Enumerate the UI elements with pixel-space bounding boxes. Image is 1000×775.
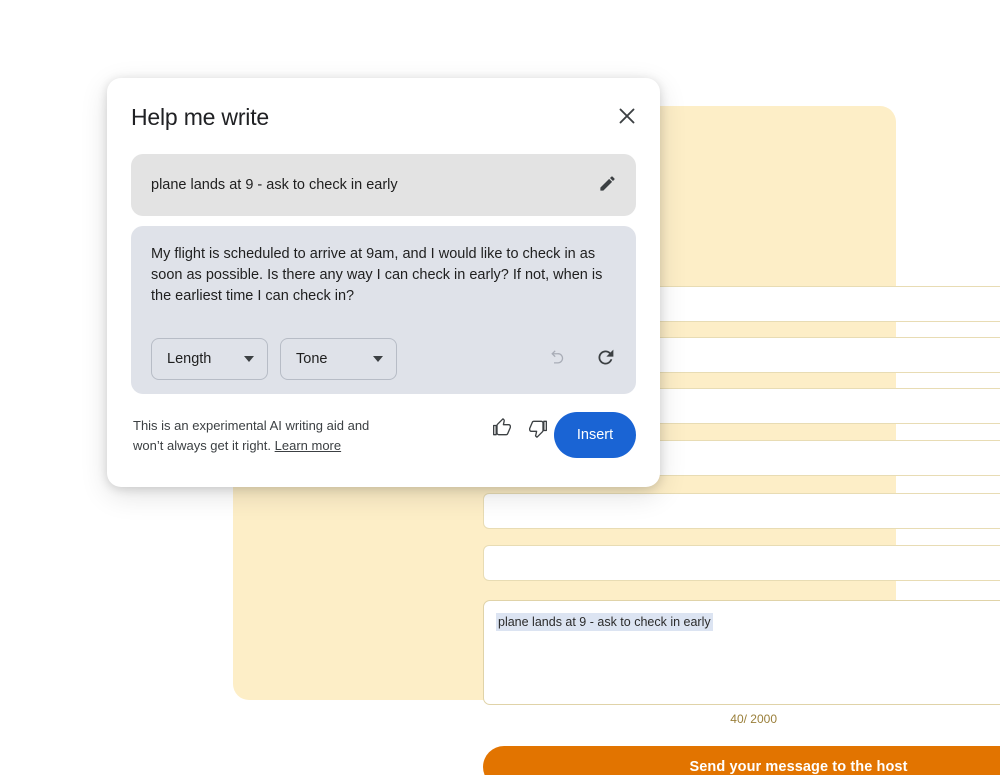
- chevron-down-icon: [244, 356, 254, 362]
- refresh-icon: [595, 347, 616, 371]
- form-field-5[interactable]: [483, 493, 1000, 529]
- dialog-header: Help me write: [107, 78, 660, 150]
- thumbs-up-button[interactable]: [489, 416, 515, 442]
- screen-root: heck out - Mar 1 plane lands at 9 - ask …: [0, 0, 1000, 775]
- send-message-button[interactable]: Send your message to the host: [483, 746, 1000, 775]
- ai-response-panel: My flight is scheduled to arrive at 9am,…: [131, 226, 636, 394]
- thumbs-down-button[interactable]: [525, 416, 551, 442]
- undo-button[interactable]: [544, 346, 570, 372]
- thumbs-up-icon: [492, 417, 512, 441]
- refresh-button[interactable]: [592, 346, 618, 372]
- feedback-controls: [489, 416, 551, 442]
- response-actions: [544, 346, 618, 372]
- undo-icon: [547, 347, 568, 371]
- ai-response-text: My flight is scheduled to arrive at 9am,…: [151, 246, 603, 305]
- chevron-down-icon: [373, 356, 383, 362]
- character-counter: 40/ 2000: [730, 712, 777, 726]
- learn-more-link[interactable]: Learn more: [275, 438, 341, 453]
- message-textarea-value: plane lands at 9 - ask to check in early: [496, 613, 713, 632]
- prompt-input[interactable]: plane lands at 9 - ask to check in early: [131, 154, 636, 216]
- pencil-icon: [598, 174, 617, 196]
- disclaimer-text: This is an experimental AI writing aid a…: [133, 416, 398, 455]
- tone-dropdown[interactable]: Tone: [280, 338, 397, 380]
- edit-prompt-button[interactable]: [592, 170, 622, 200]
- tone-dropdown-label: Tone: [296, 351, 328, 367]
- thumbs-down-icon: [528, 418, 548, 441]
- form-field-6[interactable]: [483, 545, 1000, 581]
- length-dropdown[interactable]: Length: [151, 338, 268, 380]
- dialog-title: Help me write: [131, 104, 269, 130]
- length-dropdown-label: Length: [167, 351, 212, 367]
- prompt-input-value: plane lands at 9 - ask to check in early: [151, 177, 398, 193]
- response-controls: Length Tone: [151, 338, 397, 380]
- help-me-write-dialog: Help me write plane lands at 9 - ask to …: [107, 78, 660, 487]
- close-icon: [618, 107, 636, 128]
- insert-button[interactable]: Insert: [554, 412, 636, 458]
- close-button[interactable]: [612, 102, 642, 132]
- message-textarea[interactable]: plane lands at 9 - ask to check in early: [483, 600, 1000, 705]
